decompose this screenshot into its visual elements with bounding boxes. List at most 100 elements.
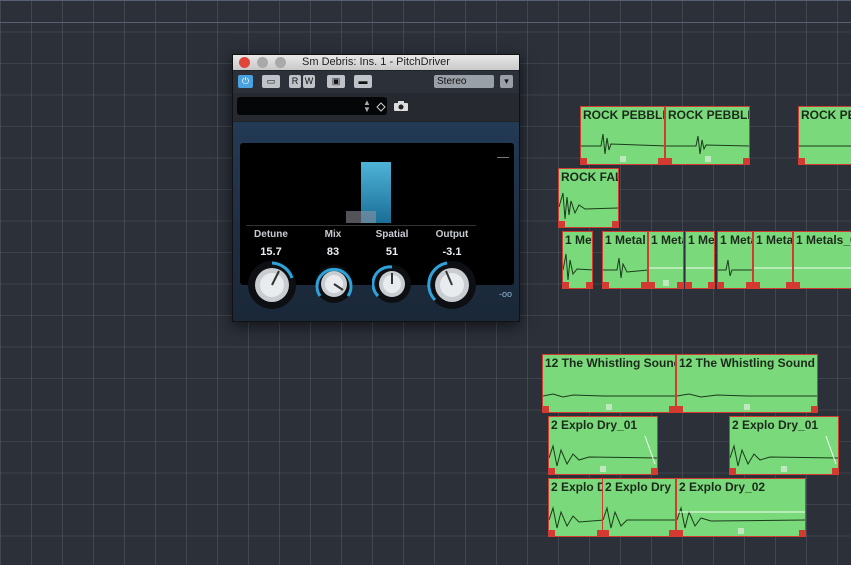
clip-start-marker[interactable] (549, 468, 555, 474)
clip-name: 1 Me (688, 233, 715, 247)
channel-settings-button[interactable]: ▬ (354, 75, 372, 88)
clip-end-marker[interactable] (799, 530, 805, 536)
param-value-mix[interactable]: 83 (303, 246, 363, 258)
preset-bar: ▲ ▼ (233, 93, 519, 121)
clip-name: 2 Explo Dry_01 (732, 418, 819, 432)
clip-start-marker[interactable] (677, 406, 683, 412)
audio-clip[interactable]: ROCK PEBBLE (798, 106, 851, 165)
clip-end-marker[interactable] (586, 282, 592, 288)
clip-start-marker[interactable] (649, 282, 655, 288)
audio-clip[interactable]: 1 Meta (562, 231, 593, 289)
preset-tag-icon[interactable] (376, 99, 386, 112)
waveform (563, 253, 592, 281)
chevron-down-icon[interactable]: ▾ (500, 75, 513, 88)
clip-end-marker[interactable] (832, 468, 838, 474)
clip-start-marker[interactable] (549, 530, 555, 536)
clip-name: ROCK PEBBLE (583, 108, 665, 122)
audio-clip[interactable]: 2 Explo Dry_01 (729, 416, 839, 475)
waveform (718, 259, 752, 277)
volume-handle[interactable] (738, 528, 744, 534)
audio-clip[interactable]: 1 Me (685, 231, 715, 289)
clip-start-marker[interactable] (603, 282, 609, 288)
read-automation-button[interactable]: R (289, 75, 301, 88)
clip-end-marker[interactable] (641, 282, 647, 288)
audio-clip[interactable]: 12 The Whistling Sound (542, 354, 676, 413)
clip-name: 1 Meta (651, 233, 683, 247)
clip-start-marker[interactable] (666, 158, 672, 164)
param-value-spatial[interactable]: 51 (362, 246, 422, 258)
clip-end-marker[interactable] (658, 158, 664, 164)
write-automation-button[interactable]: W (303, 75, 315, 88)
clip-name: 2 Explo D (551, 480, 604, 494)
clip-start-marker[interactable] (799, 158, 805, 164)
clip-start-marker[interactable] (543, 406, 549, 412)
audio-clip[interactable]: 12 The Whistling Sound O (676, 354, 818, 413)
minimize-icon[interactable] (257, 57, 268, 68)
clip-end-marker[interactable] (677, 282, 683, 288)
audio-clip[interactable]: ROCK FAL (558, 168, 619, 228)
clip-end-marker[interactable] (651, 468, 657, 474)
clip-end-marker[interactable] (811, 406, 817, 412)
clip-start-marker[interactable] (754, 282, 760, 288)
camera-icon[interactable] (393, 99, 409, 111)
spatial-knob[interactable] (371, 264, 412, 309)
audio-clip[interactable]: 1 Meta (717, 231, 753, 289)
volume-handle[interactable] (663, 280, 669, 286)
clip-end-marker[interactable] (669, 406, 675, 412)
param-value-detune[interactable]: 15.7 (241, 246, 301, 258)
clip-name: 1 Metals_0 (796, 233, 851, 247)
audio-clip[interactable]: 1 Meta (648, 231, 684, 289)
audio-clip[interactable]: 1 Metal (602, 231, 648, 289)
audio-clip[interactable]: 1 Meta (753, 231, 793, 289)
waveform (677, 506, 805, 529)
clip-start-marker[interactable] (730, 468, 736, 474)
clip-start-marker[interactable] (563, 282, 569, 288)
audio-clip[interactable]: 1 Metals_0 (793, 231, 851, 289)
volume-handle[interactable] (619, 156, 626, 162)
clip-end-marker[interactable] (786, 282, 792, 288)
waveform (603, 506, 675, 529)
audio-clip[interactable]: 2 Explo Dry_02 (676, 478, 806, 537)
waveform (543, 393, 675, 398)
clip-start-marker[interactable] (559, 221, 565, 227)
power-button[interactable]: ⏻ (238, 75, 253, 88)
plugin-titlebar[interactable]: Sm Debris: Ins. 1 - PitchDriver (233, 55, 519, 70)
ab-compare-button[interactable]: ▣ (327, 75, 345, 88)
audio-clip[interactable]: 2 Explo Dry (602, 478, 676, 537)
waveform (603, 257, 647, 279)
volume-handle[interactable] (704, 156, 711, 162)
volume-handle[interactable] (781, 466, 787, 472)
clip-start-marker[interactable] (677, 530, 683, 536)
audio-clip[interactable]: 2 Explo D (548, 478, 604, 537)
zoom-icon[interactable] (275, 57, 286, 68)
meter-tick (497, 157, 509, 158)
clip-end-marker[interactable] (612, 221, 618, 227)
volume-handle[interactable] (606, 404, 612, 410)
plugin-window[interactable]: Sm Debris: Ins. 1 - PitchDriver ⏻ ▭ R W … (232, 54, 520, 322)
io-select[interactable]: Stereo (434, 75, 494, 88)
detune-knob[interactable] (247, 260, 297, 315)
preset-stepper-icon[interactable]: ▲ ▼ (363, 99, 371, 114)
clip-start-marker[interactable] (581, 158, 587, 164)
audio-clip[interactable]: 2 Explo Dry_01 (548, 416, 658, 475)
audio-clip[interactable]: ROCK PEBBLE (665, 106, 750, 165)
clip-start-marker[interactable] (603, 530, 609, 536)
volume-handle[interactable] (600, 466, 606, 472)
close-icon[interactable] (239, 57, 250, 68)
audio-clip[interactable]: ROCK PEBBLE (580, 106, 665, 165)
clip-end-marker[interactable] (708, 282, 714, 288)
clip-end-marker[interactable] (743, 158, 749, 164)
mix-knob[interactable] (314, 264, 354, 309)
bypass-button[interactable]: ▭ (262, 75, 280, 88)
clip-start-marker[interactable] (794, 282, 800, 288)
clip-start-marker[interactable] (718, 282, 724, 288)
volume-handle[interactable] (744, 404, 750, 410)
clip-name: 2 Explo Dry_01 (551, 418, 638, 432)
output-knob[interactable] (427, 260, 477, 315)
clip-start-marker[interactable] (686, 282, 692, 288)
waveform (559, 192, 618, 220)
clip-end-marker[interactable] (746, 282, 752, 288)
clip-end-marker[interactable] (669, 530, 675, 536)
param-value-output[interactable]: -3.1 (422, 246, 482, 258)
pitch-bar-ghost (346, 211, 376, 223)
